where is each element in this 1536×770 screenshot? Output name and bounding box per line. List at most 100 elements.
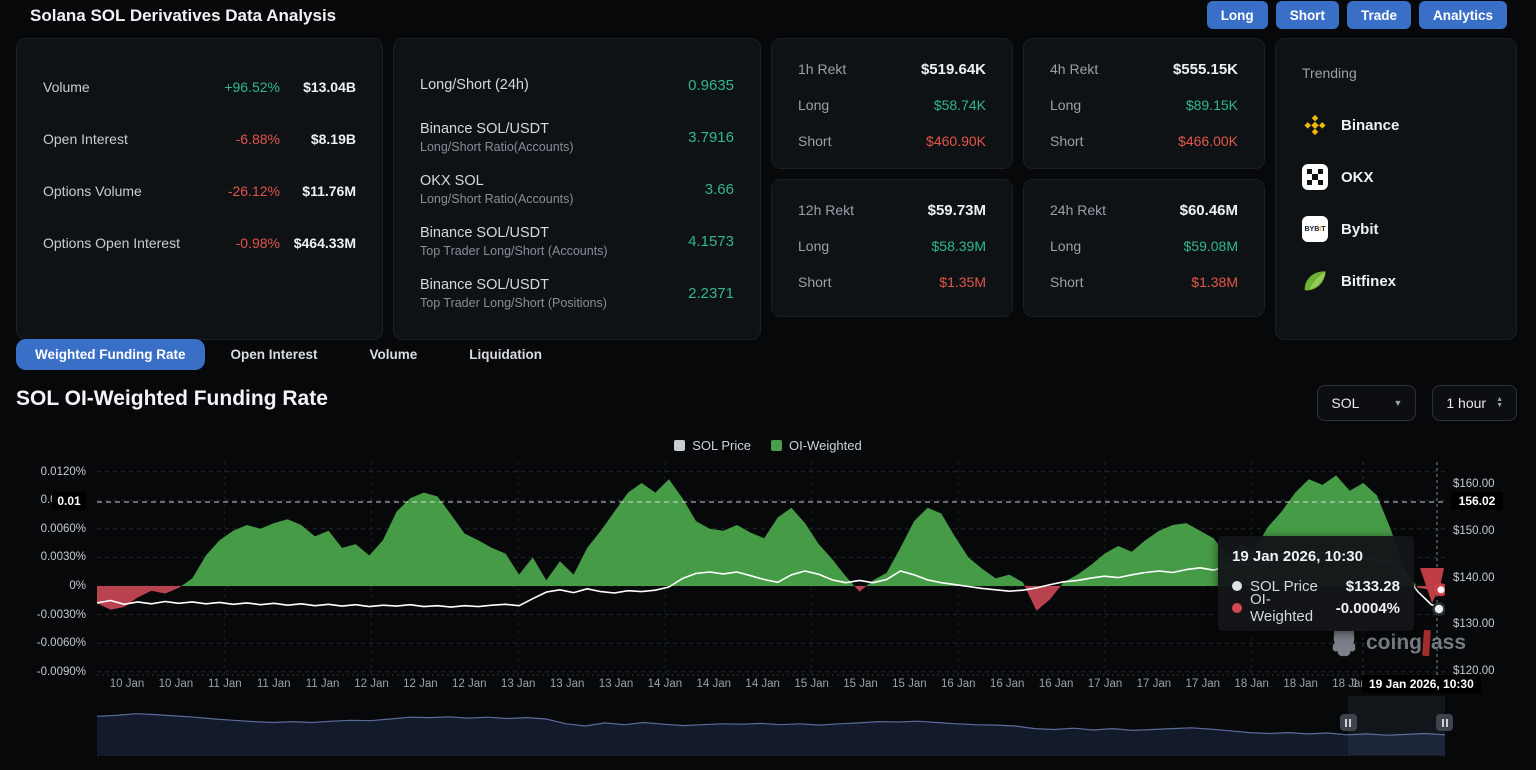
x-axis-tick-partial: 1: [1352, 678, 1358, 690]
stat-row-options-volume: Options Volume -26.12% $11.76M: [43, 165, 356, 217]
rekt-short-value: $466.00K: [1178, 133, 1238, 149]
rekt-card-12h: 12h Rekt$59.73M Long$58.39M Short$1.35M: [771, 179, 1013, 317]
rekt-column-2: 4h Rekt$555.15K Long$89.15K Short$466.00…: [1023, 38, 1265, 340]
x-axis-tick: 12 Jan: [403, 678, 438, 690]
trade-button[interactable]: Trade: [1347, 1, 1411, 29]
stat-row-options-open-interest: Options Open Interest -0.98% $464.33M: [43, 217, 356, 269]
bitfinex-icon: [1302, 268, 1328, 294]
trending-items: Binance OKX BYBIT Bybit: [1302, 99, 1490, 307]
legend-item-sol-price[interactable]: SOL Price: [674, 438, 751, 453]
stat-label: Open Interest: [43, 131, 195, 147]
price-last-value-badge: 156.02: [1451, 492, 1503, 510]
trending-item-bybit[interactable]: BYBIT Bybit: [1302, 203, 1490, 255]
tooltip-series-name: OI-Weighted: [1250, 591, 1328, 625]
interval-select[interactable]: 1 hour ▲▼: [1432, 385, 1517, 421]
tab-weighted-funding-rate[interactable]: Weighted Funding Rate: [16, 339, 205, 370]
exchange-name: Bybit: [1341, 221, 1379, 238]
x-axis-tick: 14 Jan: [697, 678, 732, 690]
trending-item-okx[interactable]: OKX: [1302, 151, 1490, 203]
navigator-left-handle[interactable]: [1340, 714, 1357, 731]
x-axis-tick: 13 Jan: [599, 678, 634, 690]
rekt-short-label: Short: [1050, 274, 1191, 290]
ratio-title: OKX SOL: [420, 173, 705, 189]
ratio-value: 3.7916: [688, 129, 734, 146]
ratio-value: 4.1573: [688, 233, 734, 250]
navigator-right-handle[interactable]: [1436, 714, 1453, 731]
chart-controls: SOL ▼ 1 hour ▲▼: [1317, 385, 1517, 421]
x-axis-tick: 18 Jan: [1283, 678, 1318, 690]
rekt-card-1h: 1h Rekt$519.64K Long$58.74K Short$460.90…: [771, 38, 1013, 169]
stat-change: +96.52%: [195, 79, 280, 95]
funding-last-value-badge: 0.01: [52, 492, 86, 510]
rekt-short-label: Short: [798, 274, 939, 290]
summary-panels: Volume +96.52% $13.04B Open Interest -6.…: [16, 38, 1517, 317]
ratio-title: Binance SOL/USDT: [420, 225, 688, 241]
right-axis-tick: $160.00: [1453, 476, 1495, 492]
rekt-long-value: $58.74K: [934, 97, 986, 113]
x-axis-tick: 13 Jan: [501, 678, 536, 690]
x-axis-tick: 14 Jan: [745, 678, 780, 690]
left-axis-tick: -0.0090%: [0, 664, 86, 680]
symbol-select-value: SOL: [1331, 395, 1359, 411]
short-button[interactable]: Short: [1276, 1, 1339, 29]
tab-volume[interactable]: Volume: [344, 339, 444, 370]
oi-weighted-swatch: [771, 440, 782, 451]
tooltip-series-value: -0.0004%: [1336, 600, 1400, 617]
rekt-label: 12h Rekt: [798, 202, 928, 218]
long-button[interactable]: Long: [1207, 1, 1268, 29]
ratio-subtitle: Top Trader Long/Short (Positions): [420, 296, 688, 310]
rekt-long-label: Long: [798, 97, 934, 113]
red-candle-glyph: [1422, 630, 1431, 656]
tooltip-series-value: $133.28: [1346, 578, 1400, 595]
x-axis-tick: 18 Jan: [1234, 678, 1269, 690]
stat-value: $464.33M: [280, 235, 356, 251]
rekt-total: $59.73M: [928, 202, 986, 219]
ratio-row: Binance SOL/USDT Top Trader Long/Short (…: [420, 267, 734, 319]
legend-label: SOL Price: [692, 438, 751, 453]
legend-item-oi-weighted[interactable]: OI-Weighted: [771, 438, 862, 453]
binance-icon: [1302, 112, 1328, 138]
interval-select-value: 1 hour: [1446, 395, 1486, 411]
x-axis-tick: 17 Jan: [1088, 678, 1123, 690]
trending-item-binance[interactable]: Binance: [1302, 99, 1490, 151]
okx-icon: [1302, 164, 1328, 190]
rekt-short-label: Short: [798, 133, 926, 149]
rekt-long-value: $58.39M: [932, 238, 986, 254]
analytics-button[interactable]: Analytics: [1419, 1, 1507, 29]
long-short-ratio-card: Long/Short (24h) 0.9635 Binance SOL/USDT…: [393, 38, 761, 340]
navigator-selection[interactable]: [1348, 696, 1445, 755]
x-axis-tick: 17 Jan: [1186, 678, 1221, 690]
exchange-name: OKX: [1341, 169, 1374, 186]
rekt-long-label: Long: [1050, 97, 1186, 113]
trending-title: Trending: [1302, 55, 1490, 91]
sol-price-swatch: [674, 440, 685, 451]
ratio-title: Long/Short (24h): [420, 77, 688, 93]
ratio-subtitle: Long/Short Ratio(Accounts): [420, 140, 688, 154]
left-axis-tick: 0%: [0, 578, 86, 594]
x-axis-tick: 10 Jan: [110, 678, 145, 690]
tab-open-interest[interactable]: Open Interest: [205, 339, 344, 370]
stat-value: $13.04B: [280, 79, 356, 95]
chart-tooltip: 19 Jan 2026, 10:30 SOL Price $133.28 OI-…: [1218, 536, 1414, 631]
x-axis-tick: 12 Jan: [354, 678, 389, 690]
x-axis-tick: 15 Jan: [794, 678, 829, 690]
rekt-short-label: Short: [1050, 133, 1178, 149]
funding-rate-chart: SOL Price OI-Weighted 0.0120%0.0090%0.00…: [0, 430, 1536, 770]
crosshair-date-badge: 19 Jan 2026, 10:30: [1362, 675, 1481, 693]
rekt-short-value: $460.90K: [926, 133, 986, 149]
stat-change: -0.98%: [195, 235, 280, 251]
symbol-select[interactable]: SOL ▼: [1317, 385, 1416, 421]
tooltip-timestamp: 19 Jan 2026, 10:30: [1232, 548, 1400, 565]
rekt-label: 24h Rekt: [1050, 202, 1180, 218]
chart-navigator[interactable]: [97, 700, 1445, 756]
legend-label: OI-Weighted: [789, 438, 862, 453]
right-axis-tick: $140.00: [1453, 570, 1495, 586]
ratio-subtitle: Top Trader Long/Short (Accounts): [420, 244, 688, 258]
tooltip-row-oi-weighted: OI-Weighted -0.0004%: [1232, 597, 1400, 619]
rekt-total: $60.46M: [1180, 202, 1238, 219]
tab-liquidation[interactable]: Liquidation: [443, 339, 568, 370]
x-axis-tick: 11 Jan: [208, 678, 242, 690]
trending-item-bitfinex[interactable]: Bitfinex: [1302, 255, 1490, 307]
ratio-row: Binance SOL/USDT Long/Short Ratio(Accoun…: [420, 111, 734, 163]
coinglass-derivatives-page: Solana SOL Derivatives Data Analysis Lon…: [0, 0, 1536, 770]
